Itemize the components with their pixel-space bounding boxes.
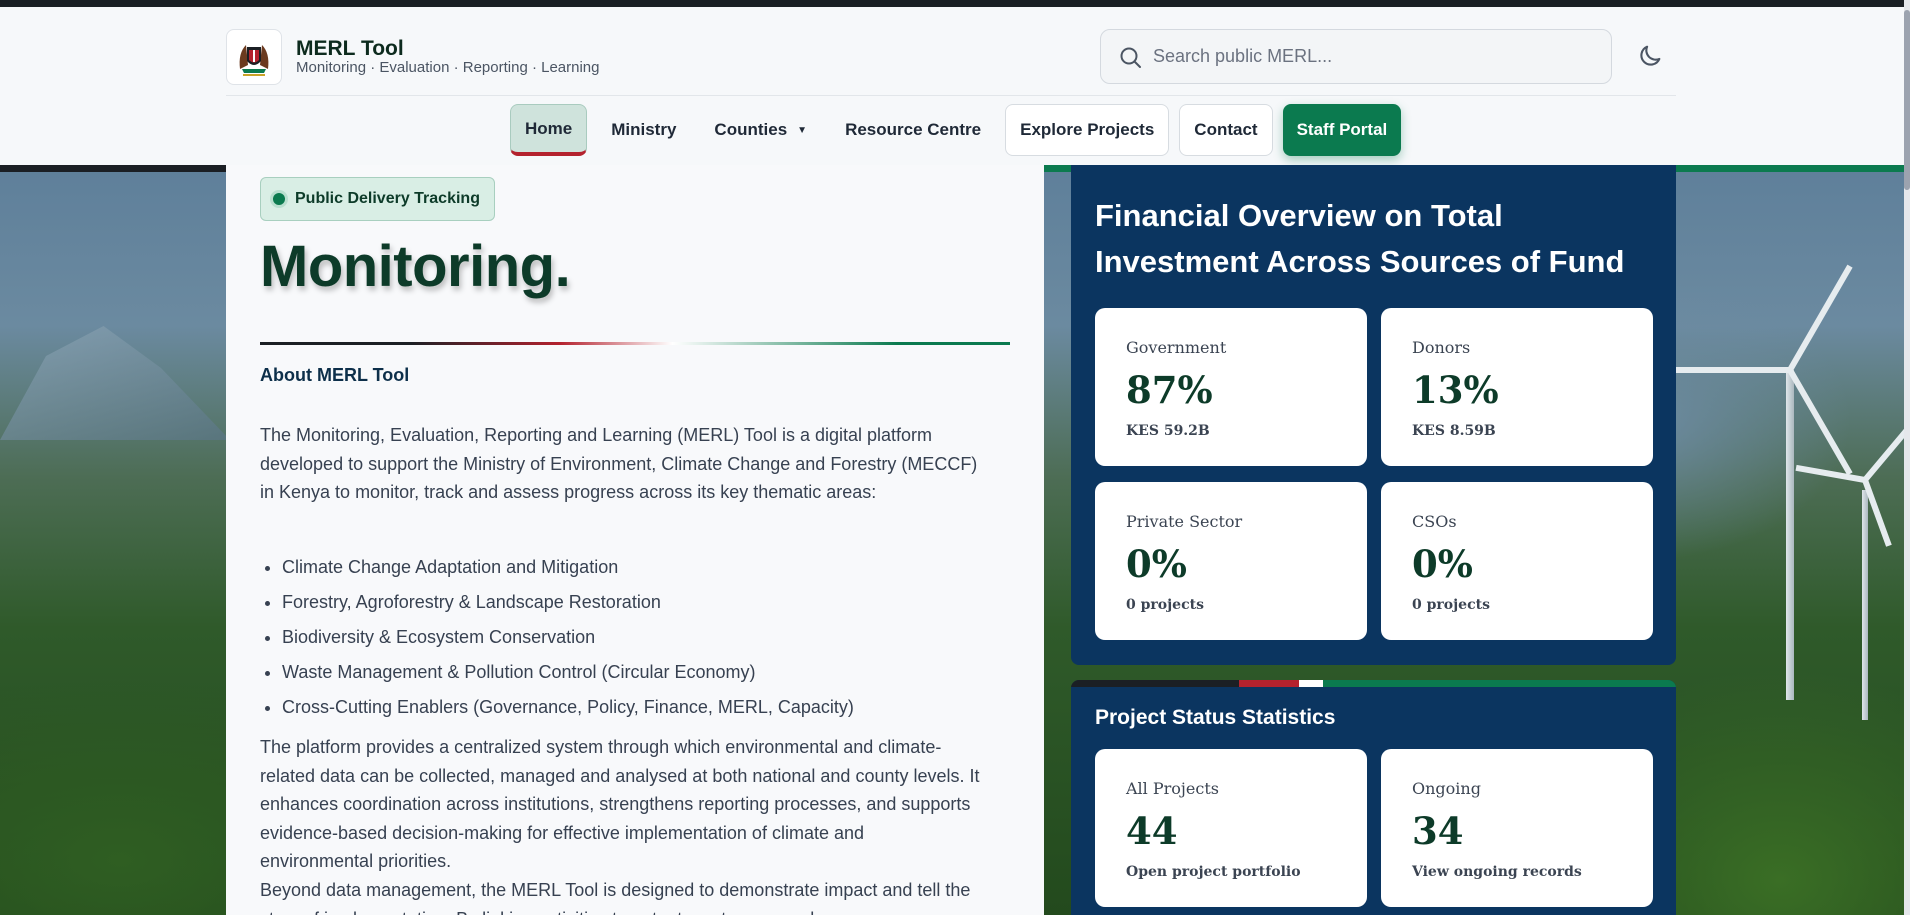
finance-card-private-sector[interactable]: Private Sector 0% 0 projects xyxy=(1095,482,1367,640)
header-divider xyxy=(226,95,1676,96)
card-value: 34 xyxy=(1412,809,1464,853)
search-icon xyxy=(1120,47,1141,68)
about-paragraph-1: The Monitoring, Evaluation, Reporting an… xyxy=(260,425,978,502)
site-header: MERL Tool Monitoring · Evaluation · Repo… xyxy=(0,7,1910,172)
about-paragraph-3: Beyond data management, the MERL Tool is… xyxy=(260,880,971,915)
card-value: 0% xyxy=(1126,542,1187,586)
project-status-title: Project Status Statistics xyxy=(1095,706,1336,729)
list-item: Waste Management & Pollution Control (Ci… xyxy=(282,655,982,690)
status-flag-stripe xyxy=(1071,680,1676,687)
coat-of-arms-icon[interactable] xyxy=(226,29,282,85)
list-item: Cross-Cutting Enablers (Governance, Poli… xyxy=(282,690,982,725)
moon-icon[interactable] xyxy=(1636,42,1664,70)
list-item: Forestry, Agroforestry & Landscape Resto… xyxy=(282,585,982,620)
page-title: Monitoring. xyxy=(260,234,571,299)
chevron-down-icon: ▼ xyxy=(797,124,808,136)
nav-ministry[interactable]: Ministry xyxy=(597,104,690,156)
nav-counties[interactable]: Counties ▼ xyxy=(700,104,821,156)
card-subtext: 0 projects xyxy=(1126,597,1204,613)
nav-contact-button[interactable]: Contact xyxy=(1179,104,1273,156)
card-value: 44 xyxy=(1126,809,1178,853)
nav-home[interactable]: Home xyxy=(510,104,588,156)
wind-turbine-image xyxy=(1795,420,1910,720)
card-subtext: KES 59.2B xyxy=(1126,423,1210,439)
scrollbar-thumb[interactable] xyxy=(1904,10,1910,190)
brand-subtitle: Monitoring · Evaluation · Reporting · Le… xyxy=(296,59,600,76)
title-divider xyxy=(260,342,1010,345)
card-value: 13% xyxy=(1412,368,1499,412)
thematic-areas-list: Climate Change Adaptation and Mitigation… xyxy=(282,550,982,725)
card-value: 0% xyxy=(1412,542,1473,586)
nav-explore-projects-button[interactable]: Explore Projects xyxy=(1005,104,1170,156)
card-subtext: 0 projects xyxy=(1412,597,1490,613)
main-nav: Home Ministry Counties ▼ Resource Centre… xyxy=(510,104,1402,156)
about-panel: Public Delivery Tracking Monitoring. Abo… xyxy=(226,165,1044,915)
project-status-panel: Project Status Statistics All Projects 4… xyxy=(1071,680,1676,915)
top-dark-strip xyxy=(0,0,1910,7)
card-subtext: KES 8.59B xyxy=(1412,423,1496,439)
finance-card-csos[interactable]: CSOs 0% 0 projects xyxy=(1381,482,1653,640)
staff-portal-button[interactable]: Staff Portal xyxy=(1282,104,1402,156)
header-inner: MERL Tool Monitoring · Evaluation · Repo… xyxy=(226,7,1676,165)
nav-counties-label: Counties xyxy=(714,120,788,139)
card-label: All Projects xyxy=(1126,779,1219,798)
list-item: Biodiversity & Ecosystem Conservation xyxy=(282,620,982,655)
card-label: Ongoing xyxy=(1412,779,1481,798)
page-scrollbar[interactable] xyxy=(1904,0,1910,915)
card-label: Government xyxy=(1126,338,1227,357)
card-subtext: Open project portfolio xyxy=(1126,864,1301,880)
brand-title: MERL Tool xyxy=(296,37,404,60)
card-label: Donors xyxy=(1412,338,1471,357)
card-value: 87% xyxy=(1126,368,1213,412)
mountain-shape xyxy=(0,326,230,440)
search-box[interactable] xyxy=(1100,29,1612,84)
card-subtext: View ongoing records xyxy=(1412,864,1582,880)
card-label: Private Sector xyxy=(1126,512,1243,531)
wind-turbine-image xyxy=(1670,264,1853,700)
about-paragraph-2: The platform provides a centralized syst… xyxy=(260,737,980,871)
status-badge: Public Delivery Tracking xyxy=(260,177,495,221)
about-heading: About MERL Tool xyxy=(260,365,410,385)
list-item: Climate Change Adaptation and Mitigation xyxy=(282,550,982,585)
search-input[interactable] xyxy=(1153,30,1593,83)
financial-overview-title: Financial Overview on Total Investment A… xyxy=(1095,198,1625,279)
financial-overview-panel: Financial Overview on Total Investment A… xyxy=(1071,165,1676,665)
badge-label: Public Delivery Tracking xyxy=(295,190,480,207)
card-label: CSOs xyxy=(1412,512,1457,531)
status-card-all-projects[interactable]: All Projects 44 Open project portfolio xyxy=(1095,749,1367,907)
status-card-ongoing[interactable]: Ongoing 34 View ongoing records xyxy=(1381,749,1653,907)
nav-resource-centre[interactable]: Resource Centre xyxy=(831,104,995,156)
finance-card-government[interactable]: Government 87% KES 59.2B xyxy=(1095,308,1367,466)
status-dot-icon xyxy=(273,193,285,205)
finance-card-donors[interactable]: Donors 13% KES 8.59B xyxy=(1381,308,1653,466)
